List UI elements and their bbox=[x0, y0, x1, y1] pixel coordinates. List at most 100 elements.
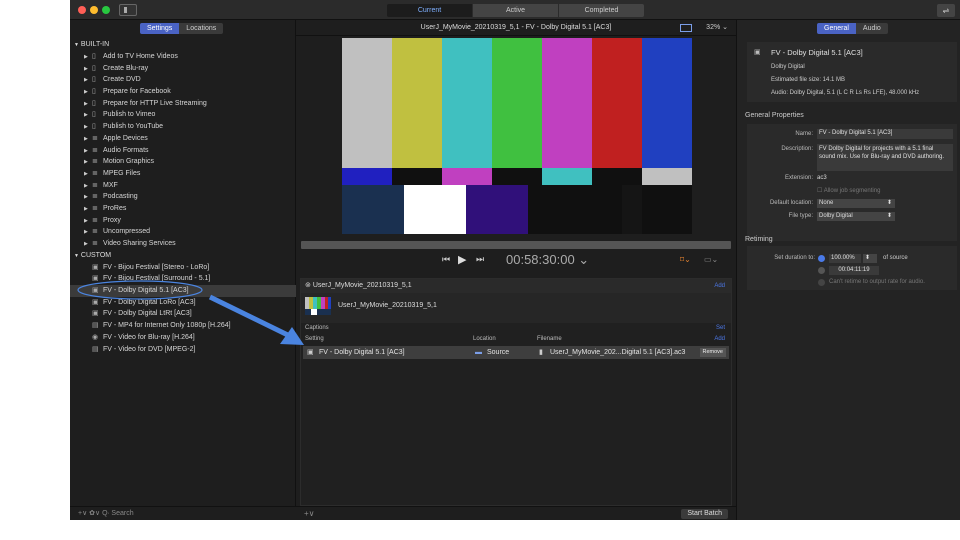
close-window-button[interactable] bbox=[78, 6, 86, 14]
group-icon: ≣ bbox=[92, 240, 98, 247]
summary-type: Dolby Digital bbox=[771, 64, 805, 70]
custom-item[interactable]: ▣ FV - Bijou Festival [Stereo - LoRo] bbox=[70, 262, 296, 274]
sidebar-footer[interactable]: +∨ ✿∨ Q∙ Search bbox=[70, 506, 296, 520]
duration-radio[interactable] bbox=[818, 267, 825, 274]
of-source-label: of source bbox=[883, 255, 908, 261]
percent-field[interactable]: 100.00% bbox=[829, 254, 861, 263]
file-type-label: File type: bbox=[788, 213, 813, 219]
inspector-toggle-button[interactable]: ⇌ bbox=[937, 4, 955, 17]
builtin-item[interactable]: ▶ ▯ Prepare for HTTP Live Streaming bbox=[70, 98, 296, 110]
builtin-item[interactable]: ▶ ≣ MXF bbox=[70, 180, 296, 192]
builtin-item[interactable]: ▶ ≣ Motion Graphics bbox=[70, 156, 296, 168]
tab-active[interactable]: Active bbox=[473, 4, 558, 17]
summary-size: Estimated file size: 14.1 MB bbox=[771, 77, 846, 83]
builtin-item[interactable]: ▶ ≣ Apple Devices bbox=[70, 133, 296, 145]
tab-settings[interactable]: Settings bbox=[140, 23, 180, 34]
custom-item[interactable]: ▣ FV - Bijou Festival [Surround - 5.1] bbox=[70, 273, 296, 285]
custom-item[interactable]: ▤ FV - Video for DVD [MPEG-2] bbox=[70, 344, 296, 356]
setting-icon: ▣ bbox=[92, 263, 99, 271]
cant-retime-radio[interactable] bbox=[818, 279, 825, 286]
setting-icon: ▣ bbox=[92, 310, 99, 318]
timecode-display[interactable]: 00:58:30:00 ⌄ bbox=[506, 252, 589, 268]
custom-item[interactable]: ▤ FV - MP4 for Internet Only 1080p [H.264… bbox=[70, 320, 296, 332]
custom-item-label: FV - Video for Blu-ray [H.264] bbox=[103, 333, 195, 341]
builtin-item[interactable]: ▶ ≣ Uncompressed bbox=[70, 226, 296, 238]
minimize-window-button[interactable] bbox=[90, 6, 98, 14]
custom-item-label: FV - Bijou Festival [Stereo - LoRo] bbox=[103, 263, 210, 271]
file-type-popup[interactable]: Dolby Digital ⬍ bbox=[817, 212, 895, 221]
start-batch-button[interactable]: Start Batch bbox=[681, 509, 728, 519]
zoom-window-button[interactable] bbox=[102, 6, 110, 14]
builtin-item[interactable]: ▶ ≣ MPEG Files bbox=[70, 168, 296, 180]
job-icon: ⊚ bbox=[305, 282, 311, 289]
disclosure-triangle-icon[interactable]: ▶ bbox=[84, 239, 92, 251]
custom-item[interactable]: ◉ FV - Video for Blu-ray [H.264] bbox=[70, 332, 296, 344]
description-field[interactable]: FV Dolby Digital for projects with a 5.1… bbox=[817, 144, 953, 171]
builtin-item[interactable]: ▶ ▯ Create DVD bbox=[70, 74, 296, 86]
captions-icon[interactable]: ▭⌄ bbox=[704, 255, 718, 264]
job-header[interactable]: ⊚ UserJ_MyMovie_20210319_5,1 Add bbox=[301, 279, 731, 293]
center-panel: UserJ_MyMovie_20210319_5,1 - FV - Dolby … bbox=[296, 20, 736, 520]
custom-group-header[interactable]: ▼ CUSTOM bbox=[70, 250, 296, 262]
builtin-item[interactable]: ▶ ▯ Create Blu-ray bbox=[70, 63, 296, 75]
next-icon[interactable]: ⏭ bbox=[476, 254, 484, 265]
default-location-popup[interactable]: None ⬍ bbox=[817, 199, 895, 208]
previous-icon[interactable]: ⏮ bbox=[442, 254, 450, 265]
builtin-item[interactable]: ▶ ▯ Publish to Vimeo bbox=[70, 109, 296, 121]
center-footer: +∨ Start Batch bbox=[296, 506, 736, 520]
tab-current[interactable]: Current bbox=[387, 4, 472, 17]
duration-field[interactable]: 00:04:11:19 bbox=[829, 266, 879, 275]
builtin-item[interactable]: ▶ ≣ Audio Formats bbox=[70, 145, 296, 157]
name-field[interactable]: FV - Dolby Digital 5.1 [AC3] bbox=[817, 129, 953, 139]
percent-popup[interactable]: ⬍ bbox=[863, 254, 877, 263]
share-icon: ▯ bbox=[92, 64, 96, 72]
builtin-item-label: Video Sharing Services bbox=[103, 240, 176, 247]
retiming-box: Set duration to: 100.00% ⬍ of source 00:… bbox=[747, 246, 957, 290]
ac3-icon: ▣ bbox=[307, 349, 314, 356]
builtin-item[interactable]: ▶ ▯ Prepare for Facebook bbox=[70, 86, 296, 98]
bookmark-icon[interactable]: ⌑⌄ bbox=[680, 255, 691, 264]
builtin-item[interactable]: ▶ ▯ Publish to YouTube bbox=[70, 121, 296, 133]
col-filename: Filename bbox=[537, 336, 562, 342]
builtin-item[interactable]: ▶ ≣ Video Sharing Services bbox=[70, 238, 296, 250]
custom-item[interactable]: ▣ FV - Dolby Digital LtRt [AC3] bbox=[70, 308, 296, 320]
remove-button[interactable]: Remove bbox=[699, 348, 726, 357]
builtin-group-header[interactable]: ▼ BUILT-IN bbox=[70, 39, 296, 51]
group-icon: ≣ bbox=[92, 216, 98, 224]
add-job-button[interactable]: +∨ bbox=[304, 509, 315, 518]
settings-tree: ▼ BUILT-IN ▶ ▯ Add to TV Home Videos ▶ ▯ Crea… bbox=[70, 39, 296, 355]
play-icon[interactable]: ▶ bbox=[458, 253, 466, 266]
timeline-scrubber[interactable] bbox=[301, 241, 731, 249]
tab-audio[interactable]: Audio bbox=[855, 23, 888, 34]
job-source[interactable]: UserJ_MyMovie_20210319_5,1 bbox=[301, 293, 731, 323]
builtin-item-label: Motion Graphics bbox=[103, 158, 154, 166]
output-add-link[interactable]: Add bbox=[714, 334, 725, 345]
builtin-item[interactable]: ▶ ≣ Proxy bbox=[70, 215, 296, 227]
zoom-popup[interactable]: 32% ⌄ bbox=[706, 20, 728, 36]
job-add-link[interactable]: Add bbox=[714, 279, 725, 293]
output-location[interactable]: Source bbox=[487, 346, 509, 359]
builtin-item[interactable]: ▶ ≣ Podcasting bbox=[70, 191, 296, 203]
tab-general[interactable]: General bbox=[817, 23, 856, 34]
custom-item[interactable]: ▣ FV - Dolby Digital 5.1 [AC3] bbox=[70, 285, 296, 297]
allow-segmenting-checkbox[interactable]: ☐ Allow job segmenting bbox=[817, 187, 880, 194]
share-icon: ▯ bbox=[92, 88, 96, 96]
title-bar: Current Active Completed ⇌ bbox=[70, 0, 960, 20]
builtin-item-label: Create DVD bbox=[103, 76, 141, 84]
custom-item[interactable]: ▣ FV - Dolby Digital LoRo [AC3] bbox=[70, 297, 296, 309]
captions-set-link[interactable]: Set bbox=[716, 323, 725, 334]
tab-locations[interactable]: Locations bbox=[179, 23, 224, 34]
percent-radio[interactable] bbox=[818, 255, 825, 262]
sidebar-toggle-button[interactable] bbox=[119, 4, 137, 16]
retiming-header: Retiming bbox=[745, 236, 773, 243]
compressor-window: Current Active Completed ⇌ Settings Loca… bbox=[70, 0, 960, 520]
viewer-layout-icon[interactable] bbox=[680, 24, 692, 32]
builtin-item[interactable]: ▶ ≣ ProRes bbox=[70, 203, 296, 215]
output-filename[interactable]: UserJ_MyMovie_202...Digital 5.1 [AC3].ac… bbox=[550, 346, 685, 359]
col-location: Location bbox=[473, 336, 496, 342]
output-row[interactable]: ▣ FV - Dolby Digital 5.1 [AC3] ▬ Source … bbox=[303, 346, 729, 359]
batch-job-panel: ⊚ UserJ_MyMovie_20210319_5,1 Add UserJ_M… bbox=[300, 278, 732, 506]
tab-completed[interactable]: Completed bbox=[559, 4, 644, 17]
builtin-item-label: ProRes bbox=[103, 204, 127, 212]
builtin-item[interactable]: ▶ ▯ Add to TV Home Videos bbox=[70, 51, 296, 63]
